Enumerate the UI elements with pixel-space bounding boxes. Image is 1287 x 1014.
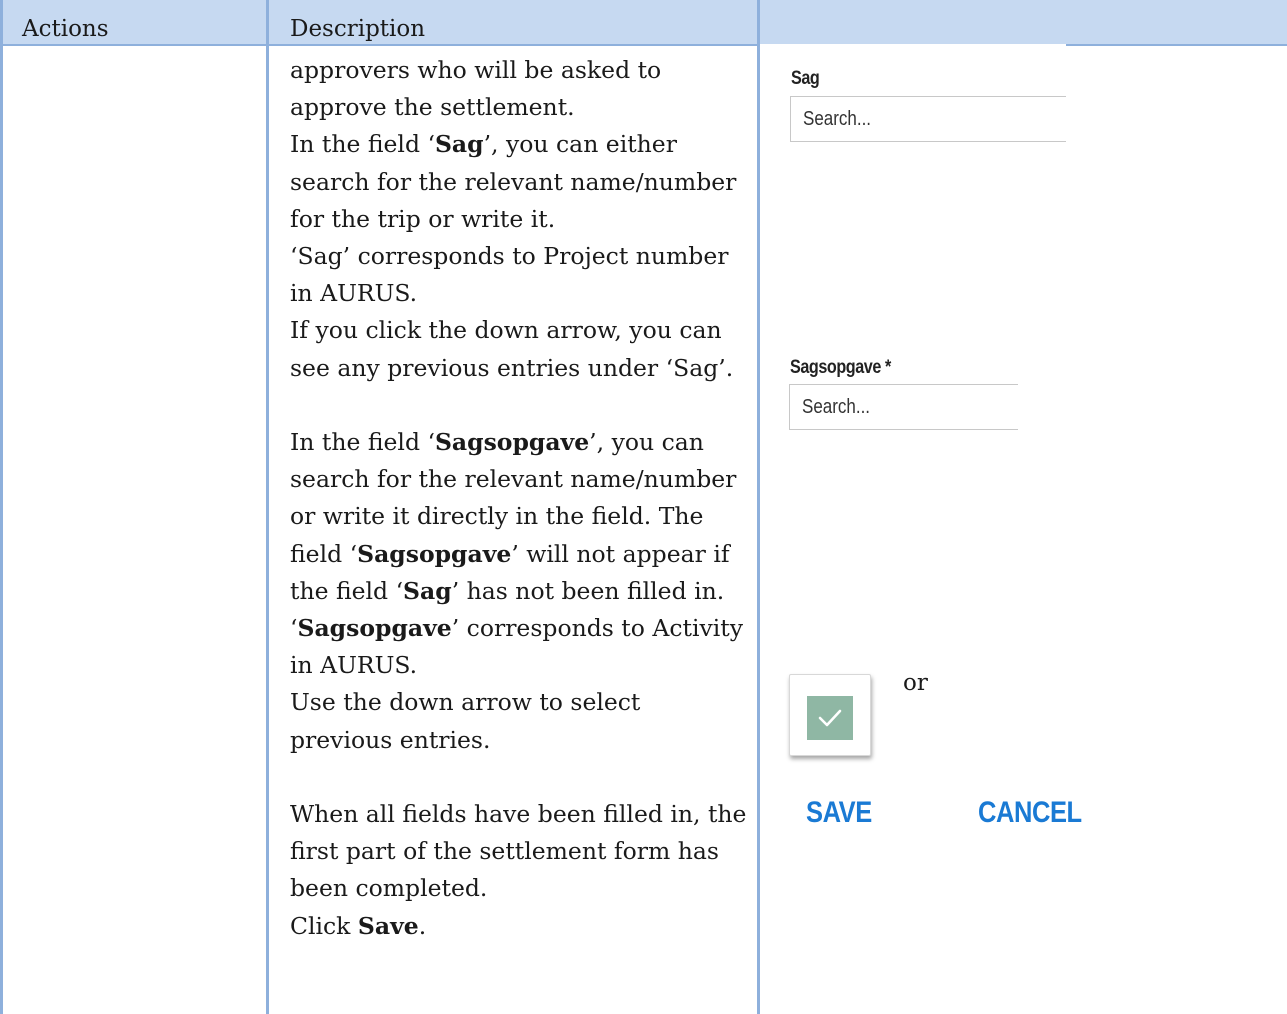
table-divider-1 xyxy=(266,0,269,1014)
table-divider-2 xyxy=(757,0,760,1014)
header-description: Description xyxy=(290,16,426,42)
desc-completed: When all fields have been filled in, the… xyxy=(290,800,747,903)
checkbox-save-tile[interactable] xyxy=(789,674,871,756)
table-border-left xyxy=(0,0,3,1014)
header-gap xyxy=(760,44,1066,46)
sag-label: Sag xyxy=(791,68,820,89)
checkbox-checked[interactable] xyxy=(807,696,853,740)
cancel-button[interactable]: CANCEL xyxy=(978,796,1082,830)
save-button[interactable]: SAVE xyxy=(806,796,872,830)
or-text: or xyxy=(903,670,928,696)
check-icon xyxy=(818,709,842,727)
desc-sagsopgave-activity: ‘Sagsopgave’ corresponds to Activity in … xyxy=(290,614,743,680)
desc-previous-entries: Use the down arrow to select previous en… xyxy=(290,688,641,754)
sagsopgave-search-input[interactable]: Search... xyxy=(789,384,1018,430)
description-cell: approvers who will be asked to approve t… xyxy=(290,52,750,945)
desc-approvers: approvers who will be asked to approve t… xyxy=(290,56,662,122)
desc-sag-project: ‘Sag’ corresponds to Project number in A… xyxy=(290,242,729,308)
desc-sag-field: In the field ‘Sag’, you can either searc… xyxy=(290,130,737,233)
desc-click-save: Click Save. xyxy=(290,911,427,940)
desc-down-arrow: If you click the down arrow, you can see… xyxy=(290,316,734,382)
sag-search-input[interactable]: Search... xyxy=(790,96,1066,142)
header-screenshot xyxy=(758,0,1287,44)
desc-sagsopgave-field: In the field ‘Sagsopgave’, you can searc… xyxy=(290,428,737,605)
sagsopgave-label: Sagsopgave * xyxy=(790,357,891,378)
header-actions: Actions xyxy=(22,16,109,42)
table-header: Actions Description xyxy=(0,0,1287,46)
